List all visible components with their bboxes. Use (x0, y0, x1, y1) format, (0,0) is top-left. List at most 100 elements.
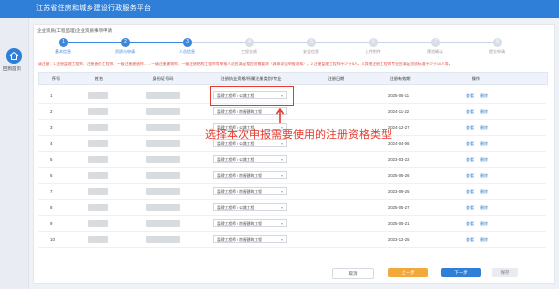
qualification-select[interactable]: 监理工程师 / 房屋建筑工程 ▾ (213, 187, 287, 195)
redacted-id (146, 188, 180, 195)
step-5-label: 安全信息 (303, 49, 319, 54)
annotation-text: 选择本次申报需要使用的注册资格类型 (205, 129, 392, 141)
select-value: 监理工程师 / 房屋建筑工程 (217, 110, 262, 114)
delete-link[interactable]: 删除 (480, 125, 488, 131)
row-index: 6 (50, 173, 53, 178)
step-1-dot: 1 (59, 38, 68, 47)
delete-link[interactable]: 删除 (480, 221, 488, 227)
row-index: 8 (50, 205, 53, 210)
table-row: 9 监理工程师 / 房屋建筑工程 ▾ 2025-05-21 查看 删除 (38, 216, 546, 232)
table-row: 10 监理工程师 / 房屋建筑工程 ▾ 2023-12-25 查看 删除 (38, 232, 546, 248)
save-button[interactable]: 保存 (492, 268, 518, 277)
row-index: 10 (50, 237, 56, 242)
table-row: 6 监理工程师 / 房屋建筑工程 ▾ 2025-06-26 查看 删除 (38, 168, 546, 184)
valid-date: 2025-06-26 (388, 173, 410, 178)
chevron-down-icon: ▾ (280, 189, 283, 194)
view-link[interactable]: 查看 (466, 221, 474, 227)
qualification-select[interactable]: 监理工程师 / 房屋建筑工程 ▾ (213, 171, 287, 179)
home-icon (9, 51, 19, 60)
select-value: 监理工程师 / 房屋建筑工程 (217, 222, 262, 226)
redacted-name (88, 204, 108, 211)
redacted-id (146, 124, 180, 131)
view-link[interactable]: 查看 (466, 205, 474, 211)
top-bar: 江苏省住房和城乡建设行政服务平台 (0, 0, 559, 18)
valid-date: 2023-12-25 (388, 237, 410, 242)
step-3-dot: 3 (183, 38, 192, 47)
progress-steps: 1 2 3 4 5 6 7 8 基本信息 资质与申请 人员信息 工程业绩 安全信… (44, 38, 524, 58)
cancel-button[interactable]: 取消 (332, 268, 374, 279)
valid-date: 2025-05-27 (388, 205, 410, 210)
step-8-label: 提交申请 (489, 49, 505, 54)
delete-link[interactable]: 删除 (480, 173, 488, 179)
home-button[interactable] (6, 48, 22, 64)
arrow-up-icon (275, 108, 285, 123)
redacted-id (146, 220, 180, 227)
table-row: 7 监理工程师 / 房屋建筑工程 ▾ 2023-09-25 查看 删除 (38, 184, 546, 200)
step-2-label: 资质与申请 (115, 49, 135, 54)
col-name: 姓名 (94, 76, 104, 81)
step-6-dot: 6 (369, 38, 378, 47)
row-index: 3 (50, 125, 53, 130)
col-reg-date: 注册日期 (327, 76, 345, 81)
redacted-name (88, 124, 108, 131)
step-4-dot: 4 (245, 38, 254, 47)
row-index: 1 (50, 93, 53, 98)
qualification-select[interactable]: 监理工程师 / 公路工程 ▾ (213, 155, 287, 163)
step-1-label: 基本信息 (55, 49, 71, 54)
qualification-select[interactable]: 监理工程师 / 公路工程 ▾ (213, 203, 287, 211)
step-8-dot: 8 (493, 38, 502, 47)
step-connector (68, 42, 126, 43)
view-link[interactable]: 查看 (466, 109, 474, 115)
delete-link[interactable]: 删除 (480, 141, 488, 147)
qualification-select[interactable]: 监理工程师 / 房屋建筑工程 ▾ (213, 235, 287, 243)
delete-link[interactable]: 删除 (480, 109, 488, 115)
col-valid-date: 注册有效期 (389, 76, 411, 81)
step-connector (378, 42, 436, 43)
view-link[interactable]: 查看 (466, 157, 474, 163)
delete-link[interactable]: 删除 (480, 93, 488, 99)
view-link[interactable]: 查看 (466, 141, 474, 147)
breadcrumb: 企业资质(工程监理)企业资质事项申请 (37, 28, 112, 33)
step-7-label: 预览确认 (427, 49, 443, 54)
chevron-down-icon: ▾ (280, 173, 283, 178)
next-step-button[interactable]: 下一步 (441, 268, 481, 277)
qualification-select[interactable]: 监理工程师 / 房屋建筑工程 ▾ (213, 219, 287, 227)
chevron-down-icon: ▾ (280, 157, 283, 162)
delete-link[interactable]: 删除 (480, 189, 488, 195)
redacted-id (146, 92, 180, 99)
select-value: 监理工程师 / 公路工程 (217, 206, 255, 210)
redacted-name (88, 220, 108, 227)
col-actions: 操作 (471, 76, 481, 81)
step-connector (192, 42, 250, 43)
select-value: 监理工程师 / 公路工程 (217, 142, 255, 146)
redacted-name (88, 92, 108, 99)
prev-step-button[interactable]: 上一步 (388, 268, 428, 277)
row-index: 5 (50, 157, 53, 162)
delete-link[interactable]: 删除 (480, 157, 488, 163)
step-3-label: 人员信息 (179, 49, 195, 54)
table-row: 5 监理工程师 / 公路工程 ▾ 2023-03-22 查看 删除 (38, 152, 546, 168)
view-link[interactable]: 查看 (466, 93, 474, 99)
row-index: 2 (50, 109, 53, 114)
view-link[interactable]: 查看 (466, 237, 474, 243)
view-link[interactable]: 查看 (466, 125, 474, 131)
select-value: 监理工程师 / 房屋建筑工程 (217, 190, 262, 194)
col-index: 序号 (51, 76, 61, 81)
delete-link[interactable]: 删除 (480, 205, 488, 211)
redacted-id (146, 156, 180, 163)
step-6-label: 上传附件 (365, 49, 381, 54)
row-index: 9 (50, 221, 53, 226)
valid-date: 2023-03-22 (388, 157, 410, 162)
app-title: 江苏省住房和城乡建设行政服务平台 (36, 5, 152, 12)
view-link[interactable]: 查看 (466, 173, 474, 179)
redacted-id (146, 140, 180, 147)
delete-link[interactable]: 删除 (480, 237, 488, 243)
redacted-name (88, 172, 108, 179)
valid-date: 2024-11-22 (388, 109, 410, 114)
valid-date: 2023-09-25 (388, 189, 410, 194)
col-qualification: 注册执业资格/所属注册类别/专业 (220, 76, 282, 81)
step-5-dot: 5 (307, 38, 316, 47)
step-4-label: 工程业绩 (241, 49, 257, 54)
view-link[interactable]: 查看 (466, 189, 474, 195)
step-connector (316, 42, 374, 43)
